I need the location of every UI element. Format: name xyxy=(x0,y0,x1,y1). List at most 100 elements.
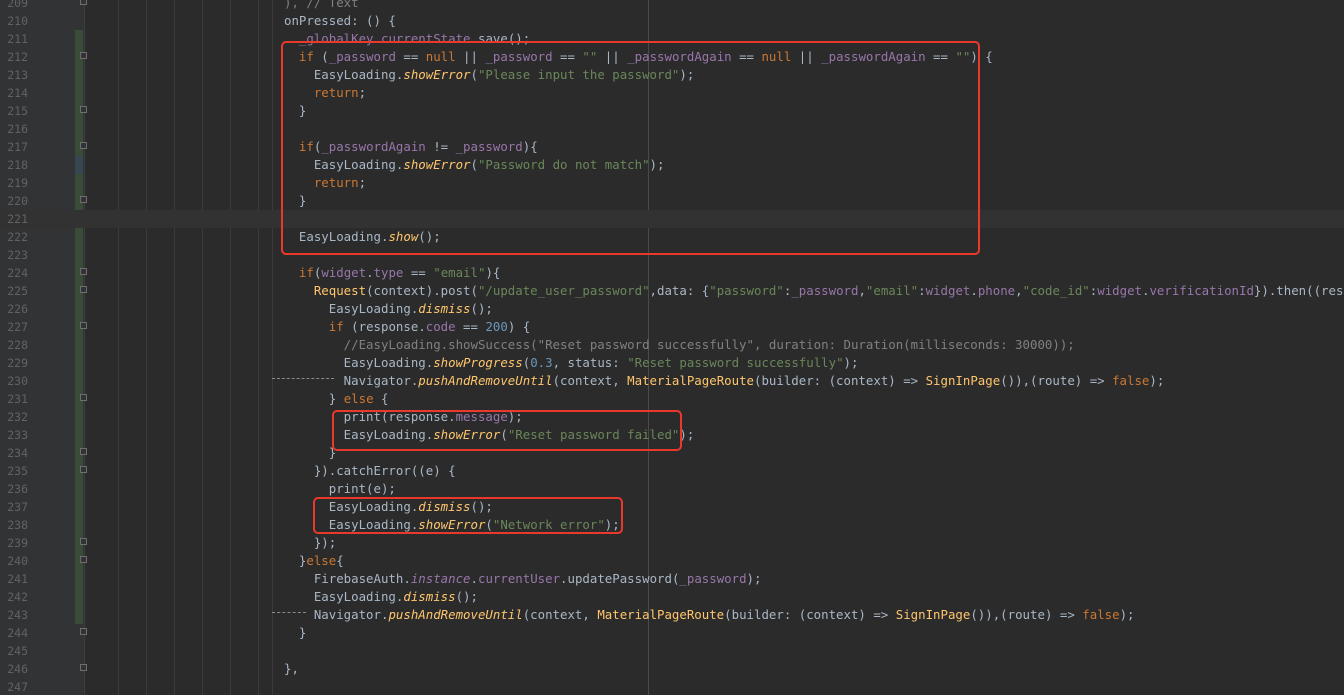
code-line[interactable]: 227 if (response.code == 200) { xyxy=(0,318,1344,336)
line-number[interactable]: 220 xyxy=(0,192,28,210)
line-number[interactable]: 218 xyxy=(0,156,28,174)
vcs-change-marker[interactable] xyxy=(75,588,83,606)
vcs-change-marker[interactable] xyxy=(75,300,83,318)
vcs-change-marker[interactable] xyxy=(75,372,83,390)
vcs-change-marker[interactable] xyxy=(75,66,83,84)
line-number[interactable]: 236 xyxy=(0,480,28,498)
line-number[interactable]: 229 xyxy=(0,354,28,372)
code-text[interactable]: ), // Text xyxy=(284,0,359,12)
code-line[interactable]: 240 }else{ xyxy=(0,552,1344,570)
code-line[interactable]: 230 Navigator.pushAndRemoveUntil(context… xyxy=(0,372,1344,390)
line-number[interactable]: 234 xyxy=(0,444,28,462)
vcs-change-marker[interactable] xyxy=(75,174,83,192)
code-line[interactable]: 244 } xyxy=(0,624,1344,642)
fold-toggle-icon[interactable] xyxy=(80,466,87,473)
fold-toggle-icon[interactable] xyxy=(80,538,87,545)
fold-toggle-icon[interactable] xyxy=(80,196,87,203)
line-number[interactable]: 213 xyxy=(0,66,28,84)
code-line[interactable]: 226 EasyLoading.dismiss(); xyxy=(0,300,1344,318)
code-line[interactable]: 246}, xyxy=(0,660,1344,678)
vcs-change-marker[interactable] xyxy=(75,84,83,102)
vcs-change-marker[interactable] xyxy=(75,228,83,246)
vcs-change-marker[interactable] xyxy=(75,570,83,588)
vcs-change-marker[interactable] xyxy=(75,498,83,516)
code-line[interactable]: 238 EasyLoading.showError("Network error… xyxy=(0,516,1344,534)
line-number[interactable]: 238 xyxy=(0,516,28,534)
line-number[interactable]: 237 xyxy=(0,498,28,516)
vcs-change-marker[interactable] xyxy=(75,354,83,372)
vcs-change-marker[interactable] xyxy=(75,246,83,264)
line-number[interactable]: 243 xyxy=(0,606,28,624)
line-number[interactable]: 244 xyxy=(0,624,28,642)
code-line[interactable]: 229 EasyLoading.showProgress(0.3, status… xyxy=(0,354,1344,372)
fold-toggle-icon[interactable] xyxy=(80,142,87,149)
code-editor[interactable]: 209), // Text 210 onPressed: () {211 _glob… xyxy=(0,0,1344,695)
line-number[interactable]: 223 xyxy=(0,246,28,264)
line-number[interactable]: 242 xyxy=(0,588,28,606)
code-line[interactable]: 239 }); xyxy=(0,534,1344,552)
line-number[interactable]: 245 xyxy=(0,642,28,660)
code-text[interactable]: } xyxy=(284,624,306,642)
code-text[interactable]: }, xyxy=(284,660,299,678)
fold-toggle-icon[interactable] xyxy=(80,664,87,671)
fold-toggle-icon[interactable] xyxy=(80,106,87,113)
line-number[interactable]: 241 xyxy=(0,570,28,588)
vcs-change-marker[interactable] xyxy=(75,408,83,426)
code-line[interactable]: 209), // Text xyxy=(0,0,1344,12)
code-line[interactable]: 231 } else { xyxy=(0,390,1344,408)
line-number[interactable]: 222 xyxy=(0,228,28,246)
code-line[interactable]: 237 EasyLoading.dismiss(); xyxy=(0,498,1344,516)
code-text[interactable]: EasyLoading.showProgress(0.3, status: "R… xyxy=(284,354,859,372)
code-text[interactable]: EasyLoading.dismiss(); xyxy=(284,300,493,318)
fold-toggle-icon[interactable] xyxy=(80,268,87,275)
line-number[interactable]: 211 xyxy=(0,30,28,48)
line-number[interactable]: 212 xyxy=(0,48,28,66)
fold-toggle-icon[interactable] xyxy=(80,322,87,329)
vcs-change-marker[interactable] xyxy=(75,156,83,174)
code-line[interactable]: 224 if(widget.type == "email"){ xyxy=(0,264,1344,282)
line-number[interactable]: 214 xyxy=(0,84,28,102)
vcs-change-marker[interactable] xyxy=(75,426,83,444)
line-number[interactable]: 228 xyxy=(0,336,28,354)
code-line[interactable]: 247 xyxy=(0,678,1344,695)
code-line[interactable]: 228 //EasyLoading.showSuccess("Reset pas… xyxy=(0,336,1344,354)
code-text[interactable]: FirebaseAuth.instance.currentUser.update… xyxy=(284,570,762,588)
line-number[interactable]: 210 xyxy=(0,12,28,30)
vcs-change-marker[interactable] xyxy=(75,480,83,498)
fold-toggle-icon[interactable] xyxy=(80,0,87,5)
fold-toggle-icon[interactable] xyxy=(80,52,87,59)
vcs-change-marker[interactable] xyxy=(75,30,83,48)
code-line[interactable]: 243 Navigator.pushAndRemoveUntil(context… xyxy=(0,606,1344,624)
code-text[interactable]: }); xyxy=(284,534,336,552)
code-text[interactable]: }).catchError((e) { xyxy=(284,462,456,480)
line-number[interactable]: 232 xyxy=(0,408,28,426)
code-line[interactable]: 241 FirebaseAuth.instance.currentUser.up… xyxy=(0,570,1344,588)
code-line[interactable]: 225 Request(context).post("/update_user_… xyxy=(0,282,1344,300)
code-text[interactable]: EasyLoading.dismiss(); xyxy=(284,588,478,606)
vcs-change-marker[interactable] xyxy=(75,336,83,354)
code-text[interactable]: onPressed: () { xyxy=(284,12,396,30)
line-number[interactable]: 216 xyxy=(0,120,28,138)
code-line[interactable]: 210 onPressed: () { xyxy=(0,12,1344,30)
code-text[interactable]: Request(context).post("/update_user_pass… xyxy=(284,282,1344,300)
line-number[interactable]: 240 xyxy=(0,552,28,570)
fold-toggle-icon[interactable] xyxy=(80,628,87,635)
fold-toggle-icon[interactable] xyxy=(80,394,87,401)
fold-toggle-icon[interactable] xyxy=(80,286,87,293)
fold-toggle-icon[interactable] xyxy=(80,448,87,455)
line-number[interactable]: 246 xyxy=(0,660,28,678)
line-number[interactable]: 224 xyxy=(0,264,28,282)
line-number[interactable]: 227 xyxy=(0,318,28,336)
code-text[interactable]: if (response.code == 200) { xyxy=(284,318,530,336)
code-text[interactable]: }else{ xyxy=(284,552,344,570)
line-number[interactable]: 230 xyxy=(0,372,28,390)
line-number[interactable]: 219 xyxy=(0,174,28,192)
code-text[interactable]: print(e); xyxy=(284,480,396,498)
line-number[interactable]: 239 xyxy=(0,534,28,552)
line-number[interactable]: 225 xyxy=(0,282,28,300)
line-number[interactable]: 231 xyxy=(0,390,28,408)
line-number[interactable]: 226 xyxy=(0,300,28,318)
line-number[interactable]: 215 xyxy=(0,102,28,120)
code-text[interactable]: } else { xyxy=(284,390,389,408)
line-number[interactable]: 221 xyxy=(0,210,28,228)
